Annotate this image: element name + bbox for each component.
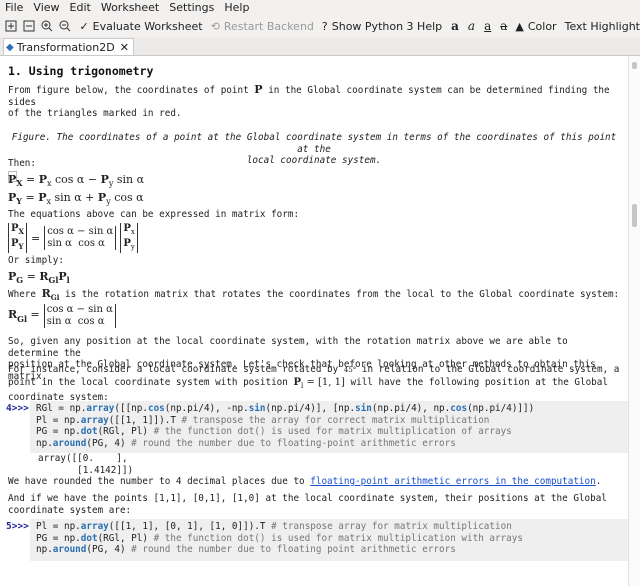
equation-px: PX = Px cos α − Py sin α: [8, 173, 145, 189]
equation-py: PY = Px sin α + Py cos α: [8, 191, 144, 207]
remove-cell-icon[interactable]: [22, 19, 36, 33]
code-line: PG = np.dot(RGl, Pl) # the function dot(…: [36, 532, 523, 544]
matrix-form-text: The equations above can be expressed in …: [8, 209, 300, 220]
tab-bar: ◆ Transformation2D ✕: [0, 37, 640, 56]
caption-line-1: Figure. The coordinates of a point at th…: [11, 132, 617, 155]
floating-point-link[interactable]: floating-point arithmetic errors in the …: [310, 476, 595, 487]
intro-paragraph: From figure below, the coordinates of po…: [8, 84, 623, 120]
or-simply-text: Or simply:: [8, 255, 64, 266]
code-cell-5[interactable]: Pl = np.array([[1, 1], [0, 1], [1, 0]]).…: [30, 519, 628, 561]
tab-transformation2d[interactable]: ◆ Transformation2D ✕: [3, 38, 134, 55]
where-text: Where RGl is the rotation matrix that ro…: [8, 287, 620, 303]
rotation-matrix-2: cos α − sin α sin α cos α: [43, 304, 116, 328]
section-heading: 1. Using trigonometry: [8, 64, 154, 78]
rotation-matrix: cos α − sin α sin α cos α: [44, 226, 117, 250]
rounded-text-b: .: [595, 476, 602, 487]
paragraph-instance: For instance, consider a local coordinat…: [8, 364, 623, 404]
intro-text-2: of the triangles marked in red.: [8, 108, 182, 119]
worksheet-icon: ◆: [6, 41, 14, 53]
code-line: np.around(PG, 4) # round the number due …: [36, 437, 456, 449]
code-line: Pl = np.array([[1, 1]]).T # transpose th…: [36, 414, 490, 426]
figure-caption: Figure. The coordinates of a point at th…: [8, 132, 620, 167]
color-icon: ▲: [515, 19, 524, 33]
menu-help[interactable]: Help: [219, 0, 254, 16]
add-cell-icon[interactable]: [4, 19, 18, 33]
menu-edit[interactable]: Edit: [65, 0, 96, 16]
zoom-in-icon[interactable]: [40, 19, 54, 33]
menu-worksheet[interactable]: Worksheet: [96, 0, 164, 16]
python-help-label: Show Python 3 Help: [331, 19, 443, 33]
vertical-scrollbar[interactable]: [628, 56, 640, 586]
tab-title: Transformation2D: [16, 40, 115, 54]
rounded-text-a: We have rounded the number to 4 decimal …: [8, 476, 305, 487]
para2-text-2b: will have the following position at the …: [350, 376, 608, 388]
where-text-b: is the rotation matrix that rotates the …: [65, 289, 620, 300]
menu-view[interactable]: View: [28, 0, 64, 16]
scrollbar-arrow[interactable]: [632, 62, 637, 69]
rotation-angle: 45°: [343, 366, 357, 374]
point-symbol: P: [254, 83, 263, 96]
global-vector: PX PY: [8, 223, 27, 253]
equation-pg: PG = RGlPl: [8, 270, 70, 286]
rotation-matrix-def: RGl = cos α − sin α sin α cos α: [8, 304, 116, 328]
points-paragraph: And if we have the points [1,1], [0,1], …: [8, 493, 623, 516]
local-vector: Px Py: [120, 223, 138, 253]
points-line-2: coordinate system are:: [8, 504, 132, 516]
intro-text-1: From figure below, the coordinates of po…: [8, 85, 249, 96]
color-button[interactable]: ▲ Color: [515, 20, 556, 33]
caption-line-2: local coordinate system.: [246, 155, 382, 166]
rounded-text: We have rounded the number to 4 decimal …: [8, 476, 601, 488]
zoom-out-icon[interactable]: [58, 19, 72, 33]
cell-4-prompt: 4>>>: [6, 403, 29, 414]
then-text: Then:: [8, 158, 36, 169]
bold-button[interactable]: a: [451, 19, 459, 33]
local-position: Pl = [1, 1]: [293, 376, 345, 390]
para1-line-1: So, given any position at the local coor…: [8, 336, 568, 359]
cell-5-prompt: 5>>>: [6, 521, 29, 532]
evaluate-worksheet-label: Evaluate Worksheet: [92, 19, 203, 33]
output-line-1: array([[0. ],: [38, 453, 128, 464]
where-text-a: Where: [8, 289, 36, 300]
color-label: Color: [527, 19, 557, 33]
matrix-equation: PX PY = cos α − sin α sin α cos α Px Py: [8, 223, 138, 253]
italic-button[interactable]: a: [468, 19, 475, 33]
cell-4-output: array([[0. ], [1.4142]]): [38, 453, 133, 476]
code-line: Pl = np.array([[1, 1], [0, 1], [1, 0]]).…: [36, 521, 512, 532]
close-icon[interactable]: ✕: [120, 41, 129, 54]
scrollbar-thumb[interactable]: [632, 204, 637, 227]
code-line: RGl = np.array([[np.cos(np.pi/4), -np.si…: [36, 403, 535, 414]
para2-text-2a: point in the local coordinate system wit…: [8, 376, 288, 388]
para2-text-1b: in relation to the Global coordinate sys…: [361, 364, 620, 375]
restart-backend-label: Restart Backend: [223, 19, 314, 33]
checkmark-icon: ✓: [79, 19, 89, 33]
help-icon: ?: [321, 19, 328, 33]
text-highlight-button[interactable]: Text Highlight: [565, 20, 640, 33]
code-line: PG = np.dot(RGl, Pl) # the function dot(…: [36, 426, 512, 437]
restart-backend-button[interactable]: ⟲ Restart Backend: [211, 20, 314, 33]
code-line: np.around(PG, 4) # round the number due …: [36, 544, 456, 555]
output-line-2: [1.4142]]): [38, 464, 134, 476]
worksheet[interactable]: 1. Using trigonometry From figure below,…: [0, 56, 628, 586]
points-line-1: And if we have the points [1,1], [0,1], …: [8, 493, 607, 504]
toolbar: ✓ Evaluate Worksheet ⟲ Restart Backend ? Sh…: [0, 16, 640, 36]
menu-bar: File View Edit Worksheet Settings Help: [0, 0, 640, 16]
menu-file[interactable]: File: [0, 0, 28, 16]
underline-button[interactable]: a: [484, 19, 491, 33]
restart-icon: ⟲: [210, 19, 220, 33]
strikethrough-button[interactable]: a: [500, 19, 507, 33]
code-cell-4[interactable]: RGl = np.array([[np.cos(np.pi/4), -np.si…: [30, 401, 628, 453]
evaluate-worksheet-button[interactable]: ✓ Evaluate Worksheet: [79, 20, 202, 33]
python-help-button[interactable]: ? Show Python 3 Help: [322, 20, 442, 33]
para2-text-1: For instance, consider a local coordinat…: [8, 364, 339, 375]
menu-settings[interactable]: Settings: [164, 0, 219, 16]
